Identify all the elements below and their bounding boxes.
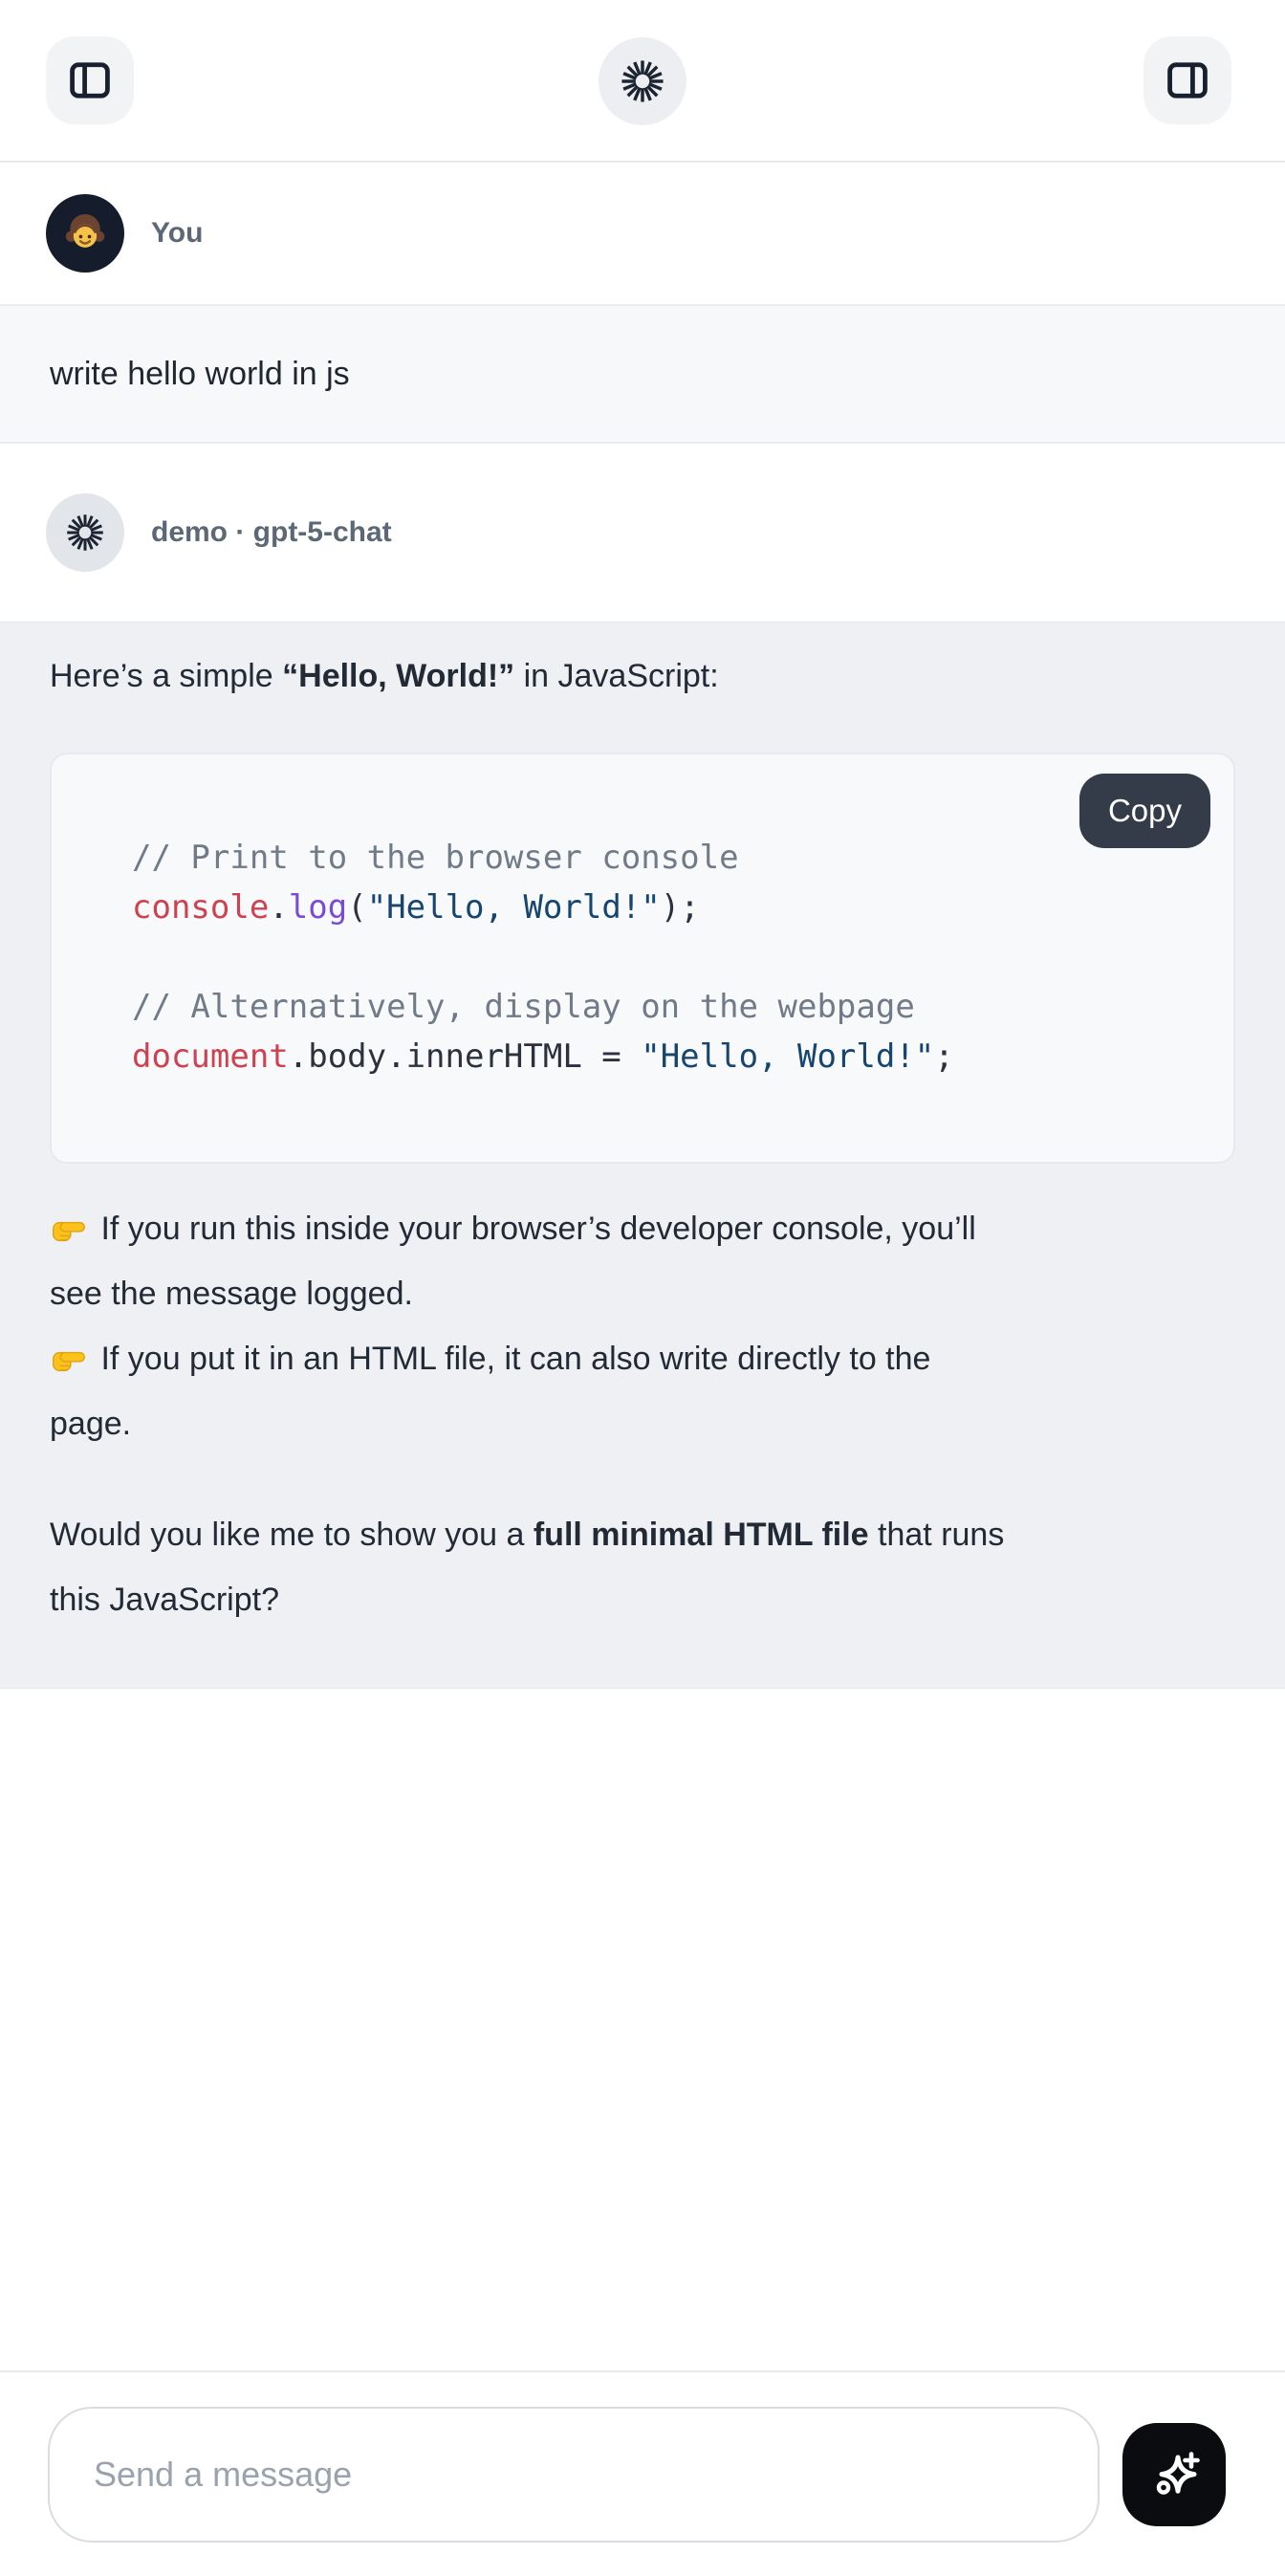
chat-screen: You write hello world in js demo · gpt-5… [0, 0, 1285, 2576]
user-message: write hello world in js [0, 304, 1285, 444]
sidebar-toggle-button[interactable] [46, 36, 134, 124]
user-label: You [151, 217, 203, 250]
pointing-hand-icon [50, 1338, 88, 1376]
right-panel-toggle-button[interactable] [1143, 36, 1231, 124]
assistant-model-label: demo · gpt-5-chat [151, 516, 392, 549]
code-content: // Print to the browser console console.… [132, 839, 954, 1076]
starburst-icon [621, 59, 664, 103]
sparkles-icon [1143, 2444, 1205, 2505]
assistant-avatar [46, 493, 124, 572]
copy-code-button[interactable]: Copy [1079, 774, 1210, 848]
person-emoji-icon [60, 208, 110, 258]
panel-right-icon [1163, 55, 1212, 105]
assistant-intro-paragraph: Here’s a simple “Hello, World!” in JavaS… [50, 644, 1235, 709]
composer-bar [0, 2370, 1285, 2576]
conversation: You write hello world in js demo · gpt-5… [0, 163, 1285, 2370]
panel-left-icon [65, 55, 115, 105]
conversation-empty-area [0, 1689, 1285, 2370]
top-bar [0, 0, 1285, 163]
pointing-hand-icon [50, 1208, 88, 1246]
starburst-icon [66, 513, 104, 552]
code-block: Copy // Print to the browser console con… [50, 753, 1235, 1164]
user-message-header: You [0, 163, 1285, 304]
assistant-message-header: demo · gpt-5-chat [0, 444, 1285, 622]
message-input[interactable] [48, 2407, 1100, 2543]
assistant-tips-paragraph: If you run this inside your browser’s de… [50, 1196, 1235, 1456]
assistant-message: Here’s a simple “Hello, World!” in JavaS… [0, 622, 1285, 1689]
user-avatar [46, 194, 124, 273]
model-logo-badge [599, 37, 686, 125]
assistant-question-paragraph: Would you like me to show you a full min… [50, 1502, 1235, 1632]
send-button[interactable] [1122, 2423, 1226, 2526]
